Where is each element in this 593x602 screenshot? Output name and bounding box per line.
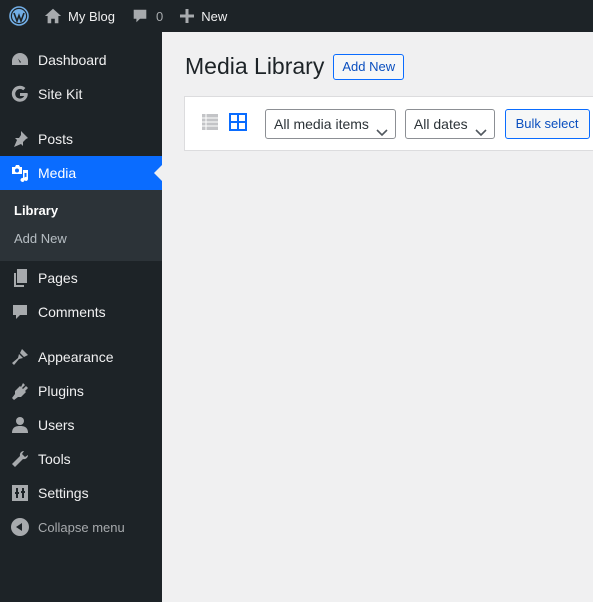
sidebar-item-label: Pages xyxy=(38,270,78,286)
page-title: Media Library xyxy=(185,53,325,79)
new-content-link[interactable]: New xyxy=(171,0,235,32)
sidebar-item-plugins[interactable]: Plugins xyxy=(0,374,162,408)
comments-link[interactable]: 0 xyxy=(123,0,171,32)
settings-icon xyxy=(10,483,30,503)
comment-icon xyxy=(10,302,30,322)
sidebar-item-settings[interactable]: Settings xyxy=(0,476,162,510)
grid-view-icon xyxy=(229,113,247,134)
sidebar-item-label: Media xyxy=(38,165,77,181)
chevron-down-icon xyxy=(475,119,487,147)
submenu-item-library[interactable]: Library xyxy=(0,197,162,225)
sidebar-item-posts[interactable]: Posts xyxy=(0,122,162,156)
sidebar-item-site-kit[interactable]: Site Kit xyxy=(0,77,162,111)
page-heading: Media Library Add New xyxy=(185,52,405,81)
admin-sidebar: Dashboard Site Kit Posts Media Library A… xyxy=(0,32,162,602)
sidebar-item-appearance[interactable]: Appearance xyxy=(0,340,162,374)
wordpress-logo-button[interactable] xyxy=(0,0,36,32)
pages-icon xyxy=(10,268,30,288)
menu-separator xyxy=(0,111,162,122)
date-filter[interactable]: All dates xyxy=(404,108,495,139)
home-icon xyxy=(44,7,62,25)
bulk-select-button[interactable]: Bulk select xyxy=(504,108,590,139)
google-g-icon xyxy=(10,84,30,104)
comment-icon xyxy=(131,7,149,25)
grid-view-button[interactable] xyxy=(228,113,248,134)
menu-separator xyxy=(0,329,162,340)
submenu-item-add-new[interactable]: Add New xyxy=(0,225,162,253)
date-filter-value: All dates xyxy=(413,115,468,132)
chevron-down-icon xyxy=(376,119,388,147)
paintbrush-icon xyxy=(10,347,30,367)
media-submenu: Library Add New xyxy=(0,190,162,261)
collapse-arrow-icon xyxy=(10,517,30,537)
sidebar-item-label: Tools xyxy=(38,451,71,467)
dashboard-icon xyxy=(10,50,30,70)
new-label: New xyxy=(201,8,228,24)
wrench-icon xyxy=(10,449,30,469)
pushpin-icon xyxy=(10,129,30,149)
sidebar-item-label: Dashboard xyxy=(38,52,107,68)
collapse-menu-button[interactable]: Collapse menu xyxy=(0,510,162,544)
sidebar-item-pages[interactable]: Pages xyxy=(0,261,162,295)
sidebar-item-label: Appearance xyxy=(38,349,114,365)
sidebar-item-label: Comments xyxy=(38,304,106,320)
sidebar-item-label: Users xyxy=(38,417,75,433)
media-toolbar: All media items All dates Bulk select xyxy=(184,96,593,151)
media-icon xyxy=(10,163,30,183)
sidebar-item-label: Site Kit xyxy=(38,86,83,102)
sidebar-item-comments[interactable]: Comments xyxy=(0,295,162,329)
site-name-link[interactable]: My Blog xyxy=(36,0,123,32)
media-type-filter[interactable]: All media items xyxy=(265,108,396,139)
list-view-button[interactable] xyxy=(200,114,220,134)
collapse-menu-label: Collapse menu xyxy=(38,519,125,535)
site-name: My Blog xyxy=(68,8,115,24)
comments-count: 0 xyxy=(155,8,164,24)
sidebar-item-tools[interactable]: Tools xyxy=(0,442,162,476)
wordpress-logo-icon xyxy=(9,6,29,26)
media-type-filter-value: All media items xyxy=(274,115,369,132)
plugin-icon xyxy=(10,381,30,401)
plus-icon xyxy=(179,8,195,24)
admin-bar: My Blog 0 New xyxy=(0,0,593,32)
sidebar-item-users[interactable]: Users xyxy=(0,408,162,442)
sidebar-item-label: Plugins xyxy=(38,383,84,399)
add-new-button[interactable]: Add New xyxy=(333,53,405,80)
sidebar-item-label: Settings xyxy=(38,485,89,501)
list-view-icon xyxy=(201,113,219,134)
sidebar-item-label: Posts xyxy=(38,131,74,147)
user-icon xyxy=(10,415,30,435)
view-switch xyxy=(200,113,256,134)
sidebar-item-dashboard[interactable]: Dashboard xyxy=(0,43,162,77)
sidebar-item-media[interactable]: Media xyxy=(0,156,162,190)
main-content: Media Library Add New All media items Al… xyxy=(162,32,593,602)
